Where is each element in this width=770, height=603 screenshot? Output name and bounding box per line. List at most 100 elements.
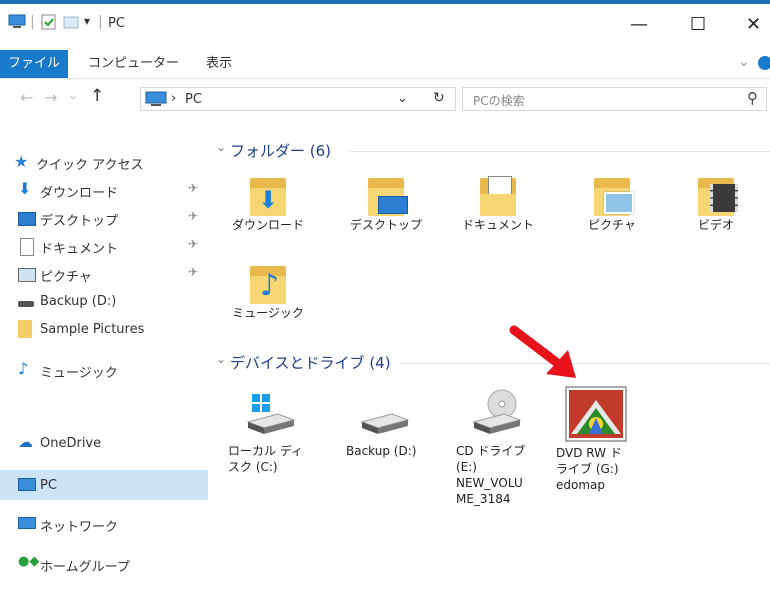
folder-label: ビデオ [697, 218, 734, 232]
divider [350, 151, 770, 152]
nav-onedrive[interactable]: ☁ OneDrive [0, 430, 208, 458]
drive-label: NEW_VOLU [456, 476, 523, 490]
folder-pictures[interactable]: ピクチャ [572, 174, 652, 233]
title-divider: | [98, 14, 103, 30]
maximize-button[interactable]: ☐ [690, 16, 706, 34]
pin-icon[interactable]: ✈ [188, 265, 198, 279]
quick-toolbar-dropdown-icon[interactable]: ▾ [84, 14, 90, 28]
back-button[interactable]: ← [20, 88, 33, 107]
windows-drive-icon [246, 394, 296, 434]
nav-quick-access[interactable]: ★ クイック アクセス [0, 148, 208, 176]
minimize-button[interactable]: — [630, 16, 648, 34]
address-box[interactable]: › PC ⌄ ↻ [140, 87, 456, 111]
folder-music[interactable]: ♪ ミュージック [228, 262, 308, 321]
search-placeholder[interactable]: PCの検索 [473, 92, 525, 109]
homegroup-icon: ●◆ [18, 554, 40, 569]
chevron-down-icon[interactable]: ⌄ [216, 140, 226, 154]
drive-label: (E:) [456, 460, 477, 474]
title-divider: | [30, 14, 35, 30]
cloud-icon: ☁ [18, 433, 33, 451]
address-dropdown-icon[interactable]: ⌄ [397, 91, 408, 106]
pictures-folder-icon [590, 174, 634, 218]
desktop-folder-icon [364, 174, 408, 218]
nav-label: クイック アクセス [36, 158, 144, 173]
chevron-down-icon[interactable]: ⌄ [216, 352, 226, 366]
download-folder-icon: ⬇ [246, 174, 290, 218]
drive-e[interactable]: CD ドライブ (E:) NEW_VOLU ME_3184 [456, 386, 536, 507]
nav-item-sample-pictures[interactable]: Sample Pictures [0, 316, 208, 344]
nav-homegroup[interactable]: ●◆ ホームグループ [0, 550, 208, 578]
nav-network[interactable]: ネットワーク [0, 510, 208, 538]
new-folder-icon[interactable] [62, 14, 80, 30]
nav-label: ダウンロード [40, 186, 119, 201]
pin-icon[interactable]: ✈ [188, 237, 198, 251]
videos-folder-icon [694, 174, 738, 218]
folder-icon [18, 320, 32, 338]
nav-item-downloads[interactable]: ⬇ ダウンロード ✈ [0, 176, 208, 204]
nav-item-music[interactable]: ♪ ミュージック [0, 356, 208, 384]
ribbon-expand-icon[interactable]: ⌄ [738, 54, 750, 70]
drive-c[interactable]: ローカル ディ スク (C:) [228, 392, 308, 475]
refresh-button[interactable]: ↻ [433, 90, 445, 106]
network-icon [18, 517, 36, 529]
nav-label: ピクチャ [40, 270, 92, 285]
documents-folder-icon [476, 174, 520, 218]
nav-item-backup-d[interactable]: Backup (D:) [0, 288, 208, 316]
desktop-icon [18, 212, 36, 226]
properties-icon[interactable] [40, 14, 58, 30]
path-segment-pc[interactable]: PC [185, 92, 202, 107]
nav-item-documents[interactable]: ドキュメント ✈ [0, 232, 208, 260]
drive-icon [18, 301, 34, 307]
music-folder-icon: ♪ [246, 262, 290, 306]
nav-label: Backup (D:) [40, 294, 117, 309]
pc-icon [145, 91, 167, 106]
folder-documents[interactable]: ドキュメント [458, 174, 538, 233]
tab-computer[interactable]: コンピューター [80, 50, 187, 78]
drive-d[interactable]: Backup (D:) [346, 392, 426, 459]
folder-videos[interactable]: ビデオ [676, 174, 756, 233]
drive-icon [360, 413, 410, 434]
title-bar: | ▾ | PC — ☐ ✕ [0, 0, 770, 50]
cd-drive-icon [472, 389, 522, 434]
nav-label: OneDrive [40, 436, 102, 451]
folder-downloads[interactable]: ⬇ ダウンロード [228, 174, 308, 233]
document-icon [20, 238, 34, 256]
ribbon-tabs: ファイル コンピューター 表示 ⌄ [0, 50, 770, 79]
close-button[interactable]: ✕ [746, 16, 761, 34]
drive-label: edomap [556, 478, 606, 492]
search-box[interactable]: PCの検索 ⚲ [462, 87, 767, 111]
download-arrow-icon: ⬇ [18, 179, 32, 198]
pin-icon[interactable]: ✈ [188, 209, 198, 223]
picture-icon [18, 268, 36, 282]
folder-label: ダウンロード [231, 218, 304, 232]
nav-pc[interactable]: PC [0, 470, 208, 500]
nav-label: ドキュメント [40, 242, 119, 257]
up-button[interactable]: ↑ [90, 86, 104, 106]
tab-file[interactable]: ファイル [0, 50, 69, 78]
drive-label: Backup (D:) [346, 444, 417, 458]
path-separator-icon[interactable]: › [171, 91, 176, 106]
forward-button[interactable]: → [44, 88, 57, 107]
folder-desktop[interactable]: デスクトップ [346, 174, 426, 233]
nav-item-desktop[interactable]: デスクトップ ✈ [0, 204, 208, 232]
drive-g[interactable]: DVD RW ド ライブ (G:) edomap [556, 386, 636, 493]
drive-label: ローカル ディ [228, 444, 303, 458]
folder-label: ドキュメント [461, 218, 534, 232]
nav-label: PC [40, 478, 57, 493]
search-icon[interactable]: ⚲ [747, 89, 758, 107]
divider [400, 363, 770, 364]
nav-label: ネットワーク [40, 520, 119, 535]
pin-icon[interactable]: ✈ [188, 181, 198, 195]
window-title: PC [108, 16, 125, 31]
folders-group-header[interactable]: フォルダー (6) [230, 140, 331, 161]
music-note-icon: ♪ [18, 359, 29, 378]
nav-item-pictures[interactable]: ピクチャ ✈ [0, 260, 208, 288]
folder-label: ピクチャ [588, 218, 636, 232]
devices-group-header[interactable]: デバイスとドライブ (4) [230, 352, 391, 373]
recent-locations-button[interactable]: ⌄ [68, 88, 78, 102]
edomap-autorun-icon [565, 386, 627, 442]
help-icon[interactable] [758, 56, 770, 70]
red-arrow-annotation [509, 325, 576, 378]
tab-view[interactable]: 表示 [198, 50, 240, 78]
drive-label: DVD RW ド [556, 446, 622, 460]
